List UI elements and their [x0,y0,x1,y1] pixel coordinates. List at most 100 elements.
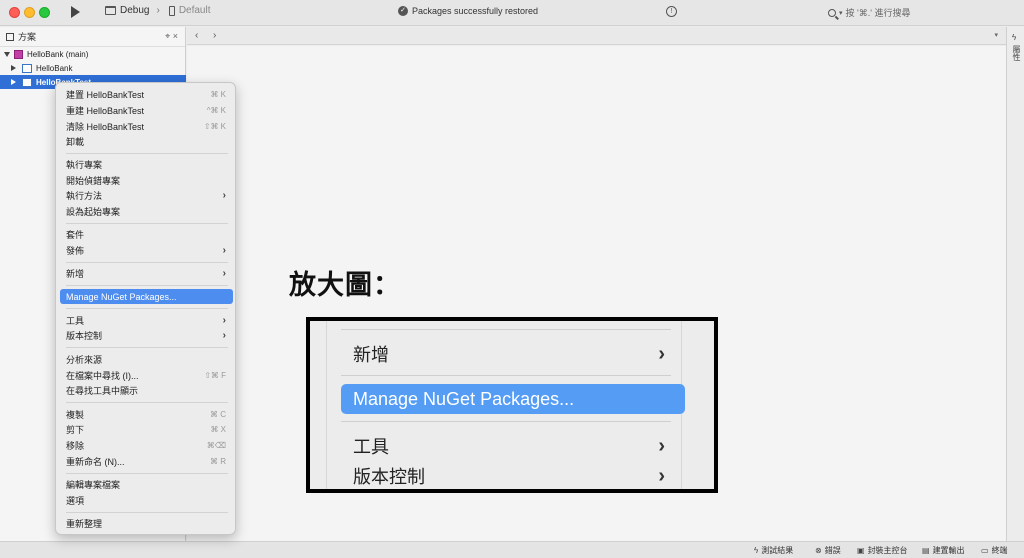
test-results-label: 測試結果 [761,546,794,555]
menu-separator [66,308,228,309]
menu-shortcut: ⌘⌫ [206,441,226,450]
menu-item-label: 套件 [66,230,85,240]
forward-arrow-icon[interactable]: › [213,30,216,41]
menu-item-analyze-source[interactable]: 分析來源 [60,352,233,367]
menu-item-label: 分析來源 [66,355,103,365]
menu-shortcut: ⌘ C [210,410,226,419]
context-menu: 建置 HelloBankTest ⌘ K 重建 HelloBankTest ^⌘ K… [55,82,236,535]
menu-shortcut: ⌘ R [210,457,226,466]
menu-item-label: 重建 HelloBankTest [66,106,145,116]
menu-item-label: Manage NuGet Packages... [66,291,177,302]
menu-item-reveal-in-finder[interactable]: 在尋找工具中顯示 [60,383,233,398]
collapse-triangle-icon[interactable] [11,79,16,85]
tree-item-solution[interactable]: HelloBank (main) [0,47,186,61]
menu-separator [66,262,228,263]
minimize-window-button[interactable] [24,7,35,18]
menu-item-tools[interactable]: 工具 › [60,313,233,328]
chevron-right-icon: › [222,268,226,279]
collapse-triangle-icon[interactable] [11,65,16,71]
zoom-window-button[interactable] [39,7,50,18]
menu-item-label: 在檔案中尋找 (I)... [66,371,139,381]
menu-item-cut[interactable]: 剪下 ⌘ X [60,422,233,437]
menu-item-label: 執行專案 [66,160,103,170]
menu-item-clean[interactable]: 清除 HelloBankTest ⇧⌘ K [60,119,233,134]
errors-button[interactable]: ⊗ 錯誤 [815,545,841,556]
menu-item-label: 工具 [66,316,85,326]
menu-shortcut: ⌘ X [210,425,226,434]
menu-item-label: 卸載 [66,137,85,147]
menu-item-set-startup[interactable]: 設為起始專案 [60,204,233,219]
menu-item-manage-nuget[interactable]: Manage NuGet Packages... [60,289,233,304]
menu-separator [341,375,671,376]
menu-item-label: 設為起始專案 [66,207,121,217]
menu-item-refresh[interactable]: 重新整理 [60,516,233,531]
search-field[interactable]: ▾ 按 '⌘.' 進行搜尋 [828,6,910,19]
menu-item-label: 工具 [353,437,389,457]
tree-item-hellobank[interactable]: HelloBank [0,61,186,75]
configuration-selector[interactable]: Debug › Default [105,5,211,16]
menu-item-edit-project-file[interactable]: 編輯專案檔案 [60,477,233,492]
menu-item-build[interactable]: 建置 HelloBankTest ⌘ K [60,87,233,102]
zoomed-menu-item-version-control: 版本控制 › [341,461,685,489]
run-icon[interactable] [71,6,80,18]
terminal-label: 終端 [991,546,1008,555]
terminal-button[interactable]: ▭ 終端 [981,545,1008,556]
zoomed-menu: 新增 › Manage NuGet Packages... 工具 › 版本控制 › [326,321,685,489]
menu-separator [66,473,228,474]
menu-separator [66,512,228,513]
menu-item-publish[interactable]: 發佈 › [60,243,233,258]
expand-triangle-icon[interactable] [4,51,10,57]
properties-strip[interactable]: ϟ 屬性 [1006,27,1024,541]
menu-item-start-debug[interactable]: 開始偵錯專案 [60,173,233,188]
pad-header: 方案 ⌖ × [0,27,185,47]
menu-item-rebuild[interactable]: 重建 HelloBankTest ^⌘ K [60,103,233,118]
menu-item-unload[interactable]: 卸載 [60,134,233,149]
solution-icon [14,49,23,59]
back-arrow-icon[interactable]: ‹ [195,30,198,41]
menu-item-add[interactable]: 新增 › [60,266,233,281]
menu-item-options[interactable]: 選項 [60,493,233,508]
properties-label: 屬性 [1012,45,1021,61]
zoomed-menu-item-add: 新增 › [341,339,685,369]
menu-item-label: 剪下 [66,425,85,435]
menu-item-label: 複製 [66,410,85,420]
menu-item-copy[interactable]: 複製 ⌘ C [60,407,233,422]
menu-item-label: 建置 HelloBankTest [66,90,145,100]
terminal-icon: ▭ [981,546,989,555]
close-window-button[interactable] [9,7,20,18]
search-placeholder: 按 '⌘.' 進行搜尋 [845,8,911,18]
menu-item-label: 發佈 [66,246,85,256]
chevron-down-icon: ▾ [839,9,843,17]
menu-item-rename[interactable]: 重新命名 (N)... ⌘ R [60,454,233,469]
menu-item-packages[interactable]: 套件 [60,227,233,242]
info-icon[interactable]: ! [666,6,677,17]
menu-item-label: 重新命名 (N)... [66,457,125,467]
chevron-right-icon: › [156,5,160,16]
menu-item-label: 清除 HelloBankTest [66,122,145,132]
zoom-title: 放大圖： [289,270,401,300]
menu-item-remove[interactable]: 移除 ⌘⌫ [60,438,233,453]
menu-item-run-method[interactable]: 執行方法 › [60,188,233,203]
menu-item-version-control[interactable]: 版本控制 › [60,328,233,343]
package-console-button[interactable]: ▣ 封裝主控台 [857,545,908,556]
menu-item-run-project[interactable]: 執行專案 [60,157,233,172]
menu-item-label: 重新整理 [66,519,103,529]
zoomed-menu-item-tools: 工具 › [341,431,685,461]
test-results-button[interactable]: ϟ 測試結果 [754,545,793,556]
properties-icon: ϟ [1012,33,1017,42]
tab-list-dropdown-icon[interactable]: ▾ [994,31,998,39]
menu-separator [66,285,228,286]
menu-shortcut: ^⌘ K [206,106,226,115]
config-label: Debug [120,5,150,16]
status-message: ✓ Packages successfully restored [398,6,538,16]
chevron-right-icon: › [658,464,665,487]
zoom-callout: 新增 › Manage NuGet Packages... 工具 › 版本控制 › [306,317,718,493]
menu-item-label: 編輯專案檔案 [66,480,121,490]
menu-item-find-in-files[interactable]: 在檔案中尋找 (I)... ⇧⌘ F [60,368,233,383]
chevron-right-icon: › [222,330,226,341]
menu-item-label: 執行方法 [66,191,103,201]
pad-close-icon[interactable]: ⌖ × [165,31,178,42]
build-output-button[interactable]: ▤ 建置輸出 [922,545,965,556]
menu-shortcut: ⌘ K [210,90,226,99]
chevron-right-icon: › [658,342,665,365]
